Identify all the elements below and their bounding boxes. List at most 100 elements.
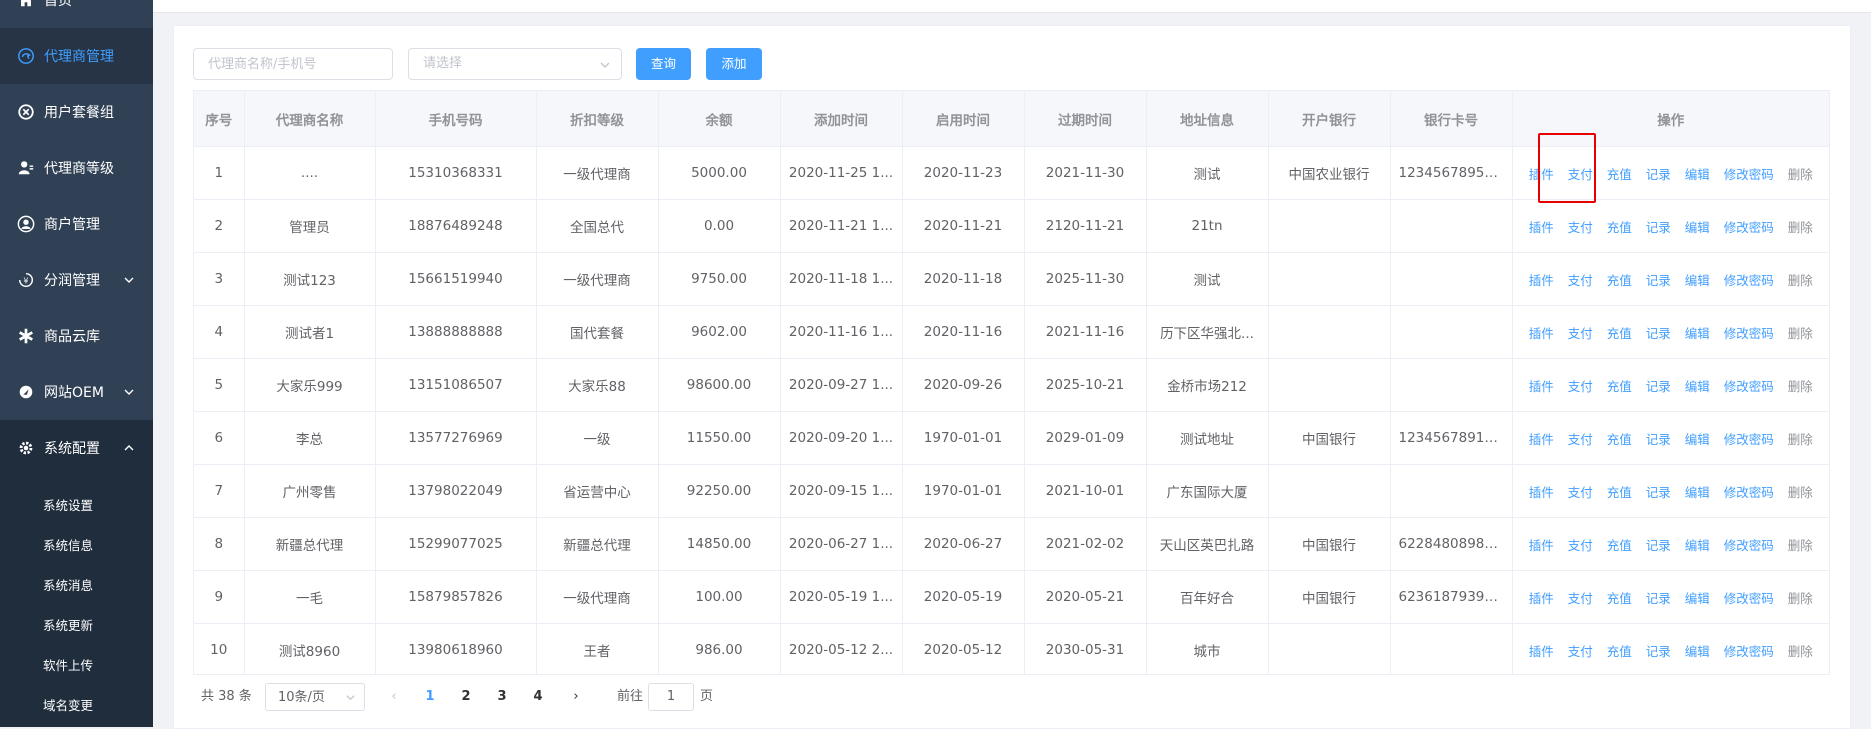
op-link[interactable]: 支付 <box>1568 217 1593 236</box>
op-link[interactable]: 记录 <box>1646 588 1671 607</box>
op-link[interactable]: 记录 <box>1646 641 1671 660</box>
submenu-item[interactable]: 系统信息 <box>0 526 153 566</box>
sidebar-item-8[interactable]: 系统配置 <box>0 420 153 476</box>
op-link[interactable]: 支付 <box>1568 376 1593 395</box>
op-link[interactable]: 插件 <box>1529 323 1554 342</box>
op-link[interactable]: 修改密码 <box>1724 429 1774 448</box>
page-button-2[interactable]: 2 <box>451 683 481 711</box>
sidebar-item-2[interactable]: 用户套餐组 <box>0 84 153 140</box>
op-link[interactable]: 插件 <box>1529 429 1554 448</box>
sidebar-item-4[interactable]: 商户管理 <box>0 196 153 252</box>
sidebar-item-5[interactable]: ¥ 分润管理 <box>0 252 153 308</box>
op-link[interactable]: 编辑 <box>1685 217 1710 236</box>
op-link[interactable]: 记录 <box>1646 482 1671 501</box>
op-link[interactable]: 修改密码 <box>1724 535 1774 554</box>
op-link[interactable]: 插件 <box>1529 641 1554 660</box>
op-link[interactable]: 修改密码 <box>1724 588 1774 607</box>
add-button[interactable]: 添加 <box>706 48 762 80</box>
op-link[interactable]: 充值 <box>1607 482 1632 501</box>
page-size-select[interactable]: 10条/页 <box>265 683 365 711</box>
op-link[interactable]: 插件 <box>1529 535 1554 554</box>
table-cell: 百年好合 <box>1146 570 1269 624</box>
op-link[interactable]: 充值 <box>1607 641 1632 660</box>
search-input[interactable] <box>193 48 393 80</box>
submenu-item[interactable]: 软件上传 <box>0 646 153 686</box>
op-link[interactable]: 支付 <box>1568 641 1593 660</box>
op-link[interactable]: 删除 <box>1788 588 1813 607</box>
op-link[interactable]: 修改密码 <box>1724 641 1774 660</box>
sidebar-item-3[interactable]: 代理商等级 <box>0 140 153 196</box>
op-link[interactable]: 编辑 <box>1685 164 1710 183</box>
sidebar-item-6[interactable]: 商品云库 <box>0 308 153 364</box>
op-link[interactable]: 修改密码 <box>1724 376 1774 395</box>
op-link[interactable]: 支付 <box>1568 323 1593 342</box>
op-link[interactable]: 修改密码 <box>1724 323 1774 342</box>
query-button[interactable]: 查询 <box>636 48 691 80</box>
sidebar-item-0[interactable]: 首页 <box>0 0 153 28</box>
op-link[interactable]: 编辑 <box>1685 482 1710 501</box>
op-link[interactable]: 插件 <box>1529 588 1554 607</box>
page-button-4[interactable]: 4 <box>523 683 553 711</box>
op-link[interactable]: 支付 <box>1568 270 1593 289</box>
op-link[interactable]: 删除 <box>1788 323 1813 342</box>
op-link[interactable]: 充值 <box>1607 270 1632 289</box>
op-link[interactable]: 充值 <box>1607 217 1632 236</box>
op-link[interactable]: 支付 <box>1568 535 1593 554</box>
op-link[interactable]: 插件 <box>1529 482 1554 501</box>
op-link[interactable]: 删除 <box>1788 482 1813 501</box>
op-link[interactable]: 记录 <box>1646 270 1671 289</box>
op-link[interactable]: 删除 <box>1788 376 1813 395</box>
op-link[interactable]: 编辑 <box>1685 588 1710 607</box>
op-link[interactable]: 记录 <box>1646 535 1671 554</box>
op-link[interactable]: 记录 <box>1646 323 1671 342</box>
op-link[interactable]: 充值 <box>1607 164 1632 183</box>
op-link[interactable]: 编辑 <box>1685 376 1710 395</box>
op-link[interactable]: 充值 <box>1607 323 1632 342</box>
op-link[interactable]: 记录 <box>1646 376 1671 395</box>
op-link[interactable]: 记录 <box>1646 217 1671 236</box>
op-link[interactable]: 编辑 <box>1685 535 1710 554</box>
prev-page-icon[interactable]: ‹ <box>379 683 409 711</box>
op-link[interactable]: 充值 <box>1607 376 1632 395</box>
goto-page-input[interactable] <box>648 683 694 711</box>
op-link[interactable]: 修改密码 <box>1724 217 1774 236</box>
submenu-item[interactable]: 域名变更 <box>0 686 153 726</box>
op-link[interactable]: 插件 <box>1529 164 1554 183</box>
op-link[interactable]: 编辑 <box>1685 641 1710 660</box>
op-link[interactable]: 编辑 <box>1685 323 1710 342</box>
op-link[interactable]: 插件 <box>1529 217 1554 236</box>
op-link[interactable]: 记录 <box>1646 429 1671 448</box>
op-link[interactable]: 充值 <box>1607 429 1632 448</box>
op-link[interactable]: 修改密码 <box>1724 482 1774 501</box>
sidebar-item-7[interactable]: 网站OEM <box>0 364 153 420</box>
op-link[interactable]: 支付 <box>1568 588 1593 607</box>
op-link[interactable]: 记录 <box>1646 164 1671 183</box>
op-link[interactable]: 充值 <box>1607 588 1632 607</box>
op-link[interactable]: 插件 <box>1529 376 1554 395</box>
submenu-item[interactable]: 系统设置 <box>0 486 153 526</box>
op-link[interactable]: 修改密码 <box>1724 270 1774 289</box>
page-button-1[interactable]: 1 <box>415 683 445 711</box>
op-link[interactable]: 删除 <box>1788 270 1813 289</box>
op-link[interactable]: 删除 <box>1788 217 1813 236</box>
next-page-icon[interactable]: › <box>561 683 591 711</box>
level-select[interactable]: 请选择 <box>408 48 622 80</box>
op-link[interactable]: 删除 <box>1788 164 1813 183</box>
table-cell: 3 <box>194 252 245 306</box>
table-cell: 2020-05-12 2... <box>780 623 903 674</box>
op-link[interactable]: 修改密码 <box>1724 164 1774 183</box>
op-link[interactable]: 删除 <box>1788 429 1813 448</box>
op-link[interactable]: 编辑 <box>1685 429 1710 448</box>
op-link[interactable]: 编辑 <box>1685 270 1710 289</box>
op-link[interactable]: 删除 <box>1788 641 1813 660</box>
op-link[interactable]: 删除 <box>1788 535 1813 554</box>
op-link[interactable]: 支付 <box>1568 429 1593 448</box>
submenu-item[interactable]: 系统更新 <box>0 606 153 646</box>
op-link[interactable]: 插件 <box>1529 270 1554 289</box>
sidebar-item-1[interactable]: 代理商管理 <box>0 28 153 84</box>
submenu-item[interactable]: 系统消息 <box>0 566 153 606</box>
op-link[interactable]: 支付 <box>1568 164 1593 183</box>
op-link[interactable]: 充值 <box>1607 535 1632 554</box>
op-link[interactable]: 支付 <box>1568 482 1593 501</box>
page-button-3[interactable]: 3 <box>487 683 517 711</box>
